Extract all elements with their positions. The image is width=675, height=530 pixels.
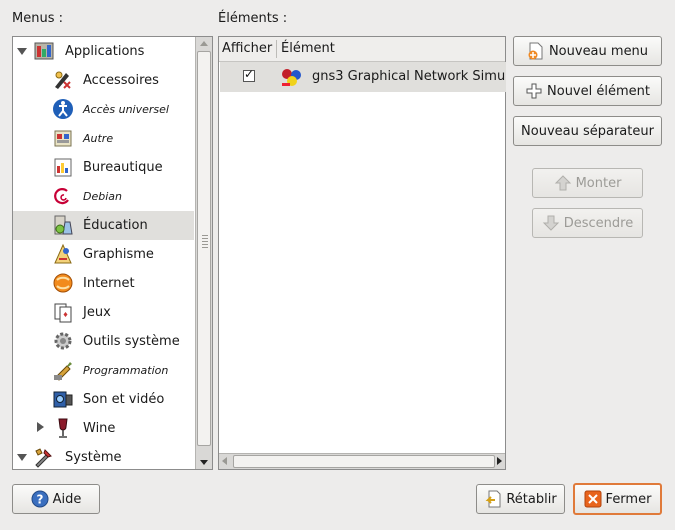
internet-icon <box>53 273 73 293</box>
revert-button[interactable]: Rétablir <box>476 484 565 514</box>
help-icon: ? <box>31 490 49 508</box>
tree-item-label: Programmation <box>83 364 169 377</box>
tree-item-4[interactable]: Bureautique <box>13 153 194 182</box>
help-button[interactable]: ? Aide <box>12 484 100 514</box>
tree-item-6[interactable]: Éducation <box>13 211 194 240</box>
accessories-icon <box>55 71 71 89</box>
tree-item-7[interactable]: Graphisme <box>13 240 194 269</box>
tree-item-0[interactable]: Applications <box>13 37 194 66</box>
tree-item-13[interactable]: Wine <box>13 414 194 443</box>
scroll-right-arrow-icon[interactable] <box>497 457 502 465</box>
scroll-down-arrow-icon[interactable] <box>200 460 208 465</box>
graphics-icon <box>54 243 72 264</box>
tree-item-label: Debian <box>83 190 122 203</box>
system-tools-icon <box>54 332 72 350</box>
tree-item-label: Applications <box>65 44 145 59</box>
system-icon <box>35 448 52 468</box>
new-separator-label: Nouveau séparateur <box>521 123 654 139</box>
tree-item-label: Wine <box>83 421 116 436</box>
close-icon <box>584 490 602 508</box>
tree-item-14[interactable]: Système <box>13 443 194 469</box>
other-icon <box>54 130 72 147</box>
revert-label: Rétablir <box>506 491 557 507</box>
list-header: Afficher Élément <box>219 37 505 62</box>
new-item-button[interactable]: Nouvel élément <box>513 76 662 106</box>
tree-item-12[interactable]: Son et vidéo <box>13 385 194 414</box>
help-label: Aide <box>52 491 82 507</box>
menus-label: Menus : <box>12 11 63 26</box>
scroll-left-arrow-icon[interactable] <box>222 457 227 465</box>
programming-icon <box>54 362 72 381</box>
new-item-label: Nouvel élément <box>547 83 650 99</box>
tree-item-label: Son et vidéo <box>83 392 165 407</box>
tree-item-9[interactable]: Jeux <box>13 298 194 327</box>
tree-item-2[interactable]: Accès universel <box>13 95 194 124</box>
new-menu-icon <box>528 42 543 60</box>
expander-open-icon[interactable] <box>17 454 27 461</box>
tree-item-label: Bureautique <box>83 160 163 175</box>
column-show-header[interactable]: Afficher <box>219 37 277 61</box>
games-icon <box>54 303 72 323</box>
move-down-button[interactable]: Descendre <box>532 208 643 238</box>
arrow-down-icon <box>542 215 559 231</box>
revert-icon <box>485 490 501 508</box>
tree-scrollbar[interactable] <box>195 37 212 469</box>
tree-item-5[interactable]: Debian <box>13 182 194 211</box>
elements-label: Éléments : <box>218 11 288 26</box>
tree-item-3[interactable]: Autre <box>13 124 194 153</box>
accessibility-icon <box>53 99 73 119</box>
tree-item-label: Accès universel <box>83 103 169 116</box>
list-item[interactable]: gns3 Graphical Network Simulator <box>220 62 506 92</box>
tree-item-11[interactable]: Programmation <box>13 356 194 385</box>
tree-item-label: Système <box>65 450 122 465</box>
tree-item-label: Outils système <box>83 334 180 349</box>
tree-item-label: Jeux <box>83 305 111 320</box>
wine-icon <box>58 418 68 438</box>
move-down-label: Descendre <box>563 215 634 231</box>
education-icon <box>54 215 73 235</box>
debian-icon <box>54 188 69 205</box>
move-up-label: Monter <box>575 175 622 191</box>
multimedia-icon <box>53 391 73 408</box>
column-element-header[interactable]: Élément <box>278 37 478 61</box>
elements-list[interactable]: Afficher Élément gns3 Graphical Network … <box>218 36 506 470</box>
new-separator-button[interactable]: Nouveau séparateur <box>513 116 662 146</box>
new-menu-label: Nouveau menu <box>548 43 649 59</box>
menus-tree[interactable]: Applications Accessoires Accès universel Au… <box>12 36 213 470</box>
list-hscrollbar[interactable] <box>219 453 505 469</box>
expander-closed-icon[interactable] <box>37 422 44 432</box>
svg-text:?: ? <box>36 493 43 507</box>
tree-item-label: Accessoires <box>83 73 159 88</box>
scroll-up-arrow-icon[interactable] <box>200 41 208 46</box>
arrow-up-icon <box>554 175 571 191</box>
gns3-icon <box>282 69 301 86</box>
show-checkbox[interactable] <box>243 67 255 82</box>
tree-item-label: Internet <box>83 276 135 291</box>
plus-icon <box>526 83 542 99</box>
tree-item-label: Éducation <box>83 218 148 233</box>
list-scroll-thumb[interactable] <box>233 455 495 468</box>
tree-item-label: Autre <box>83 132 114 145</box>
close-label: Fermer <box>605 491 652 507</box>
close-button[interactable]: Fermer <box>573 483 662 515</box>
tree-item-1[interactable]: Accessoires <box>13 66 194 95</box>
tree-scroll-thumb[interactable] <box>197 51 211 446</box>
move-up-button[interactable]: Monter <box>532 168 643 198</box>
element-label: gns3 Graphical Network Simulator <box>312 69 506 84</box>
office-icon <box>54 158 72 177</box>
tree-item-label: Graphisme <box>83 247 154 262</box>
applications-icon <box>34 42 54 60</box>
expander-open-icon[interactable] <box>17 48 27 55</box>
tree-item-8[interactable]: Internet <box>13 269 194 298</box>
tree-item-10[interactable]: Outils système <box>13 327 194 356</box>
new-menu-button[interactable]: Nouveau menu <box>513 36 662 66</box>
